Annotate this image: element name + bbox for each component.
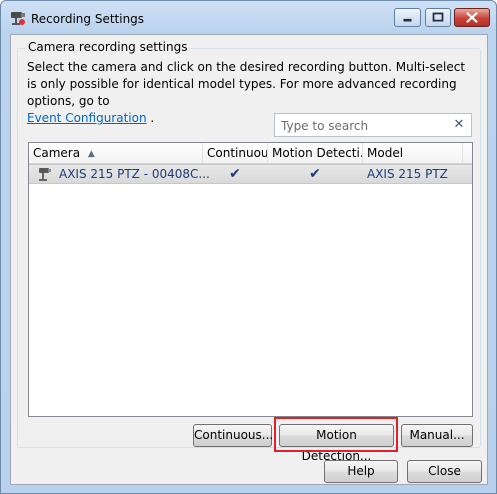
window-close-button[interactable]: [454, 8, 490, 27]
table-row[interactable]: AXIS 215 PTZ - 00408C... ✔ ✔ AXIS 215 PT…: [29, 164, 472, 184]
list-header: Camera ▲ Continuous Motion Detecti... Mo…: [29, 143, 472, 164]
help-button[interactable]: Help: [324, 460, 398, 483]
sort-ascending-icon: ▲: [87, 149, 95, 159]
continuous-button[interactable]: Continuous...: [193, 424, 273, 447]
minimize-button[interactable]: [394, 8, 421, 27]
search-input[interactable]: [279, 116, 453, 136]
cell-camera: AXIS 215 PTZ - 00408C...: [59, 167, 209, 181]
title-bar[interactable]: Recording Settings: [1, 1, 496, 33]
maximize-icon: [432, 12, 444, 22]
description-trailing: .: [150, 111, 155, 125]
event-configuration-link[interactable]: Event Configuration: [27, 111, 147, 125]
clear-search-icon[interactable]: ✕: [453, 118, 465, 132]
column-header-continuous[interactable]: Continuous: [203, 143, 268, 163]
camera-device-icon: [38, 166, 54, 184]
column-header-model[interactable]: Model: [363, 143, 463, 163]
close-button[interactable]: Close: [407, 460, 482, 483]
close-icon: [466, 12, 478, 23]
motion-detection-check-icon: ✔: [309, 166, 321, 182]
search-box: ✕: [274, 113, 472, 137]
continuous-check-icon: ✔: [229, 166, 241, 182]
group-title: Camera recording settings: [25, 40, 191, 54]
column-header-motion-detection[interactable]: Motion Detecti...: [268, 143, 363, 163]
highlight-box: [274, 417, 398, 452]
dialog-body: Camera recording settings Select the cam…: [10, 34, 488, 485]
column-header-camera[interactable]: Camera ▲: [29, 143, 203, 163]
description-text: Select the camera and click on the desir…: [27, 60, 466, 108]
camera-app-icon: [10, 10, 26, 26]
recording-settings-window: Recording Settings Camera recording sett…: [0, 0, 497, 494]
maximize-button[interactable]: [425, 8, 451, 27]
minimize-icon: [403, 18, 412, 22]
column-header-camera-label: Camera: [33, 146, 81, 160]
window-title: Recording Settings: [31, 12, 145, 26]
camera-list[interactable]: Camera ▲ Continuous Motion Detecti... Mo…: [28, 142, 473, 417]
manual-button[interactable]: Manual...: [401, 424, 473, 447]
cell-model: AXIS 215 PTZ: [367, 167, 448, 181]
